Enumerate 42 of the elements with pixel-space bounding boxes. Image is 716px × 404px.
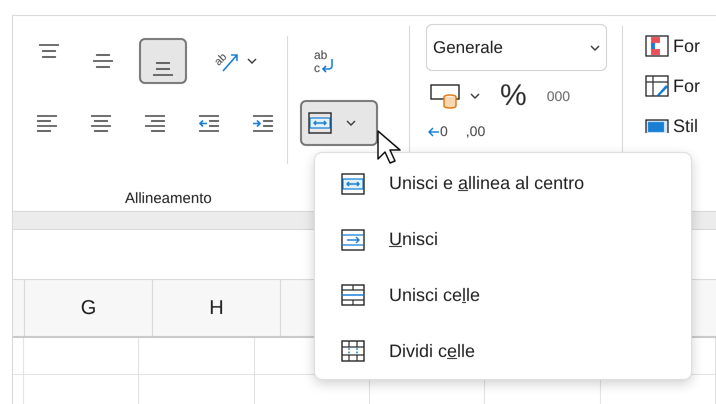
chevron-down-icon	[590, 44, 600, 50]
styles-button[interactable]: For	[645, 34, 700, 58]
align-top-icon	[37, 44, 61, 58]
number-format-dropdown[interactable]: Generale	[426, 24, 607, 71]
indent-decrease-icon	[197, 112, 221, 134]
menu-item[interactable]: Dividi celle	[341, 323, 691, 379]
percent-button[interactable]: %	[500, 81, 527, 111]
table-format-icon	[645, 75, 669, 97]
arrow-left-icon	[428, 126, 440, 136]
align-left-icon	[35, 112, 59, 134]
split-cells-icon	[341, 340, 365, 362]
chevron-down-icon	[470, 93, 480, 99]
increase-decimal-button[interactable]: ,00	[466, 121, 486, 142]
chevron-down-icon	[346, 120, 356, 126]
cell-styles-icon	[645, 119, 669, 133]
merge-across-icon	[341, 228, 365, 251]
align-center-icon	[89, 112, 113, 134]
alignment-button[interactable]: ab	[205, 38, 263, 84]
accounting-format-button[interactable]	[430, 83, 480, 109]
styles-button[interactable]: For	[645, 74, 700, 98]
align-middle-icon	[91, 54, 115, 68]
align-right-icon	[143, 112, 167, 134]
merge-center-icon	[341, 172, 365, 195]
thousands-button[interactable]: 000	[546, 86, 570, 106]
menu-item[interactable]: Unisci	[341, 212, 691, 268]
menu-item[interactable]: Unisci e allinea al centro	[341, 156, 691, 212]
styles-button[interactable]: Stil	[645, 114, 700, 138]
wrap-text-button[interactable]: ab c	[300, 46, 378, 78]
money-stack-icon	[430, 83, 460, 109]
column-header[interactable]: H	[153, 280, 281, 336]
column-header[interactable]: G	[25, 280, 153, 336]
decrease-decimal-button[interactable]: 0	[428, 121, 448, 142]
group-label: Allineamento	[125, 190, 212, 207]
menu-item[interactable]: Unisci celle	[341, 268, 691, 324]
merge-dropdown-button[interactable]	[300, 100, 378, 146]
indent-increase-icon	[251, 112, 275, 134]
align-bottom-icon	[151, 62, 175, 76]
conditional-format-icon	[645, 35, 669, 57]
alignment-button[interactable]	[139, 38, 187, 84]
chevron-down-icon	[247, 58, 257, 64]
merge-cells-icon	[341, 284, 365, 306]
merge-center-icon	[308, 112, 332, 134]
